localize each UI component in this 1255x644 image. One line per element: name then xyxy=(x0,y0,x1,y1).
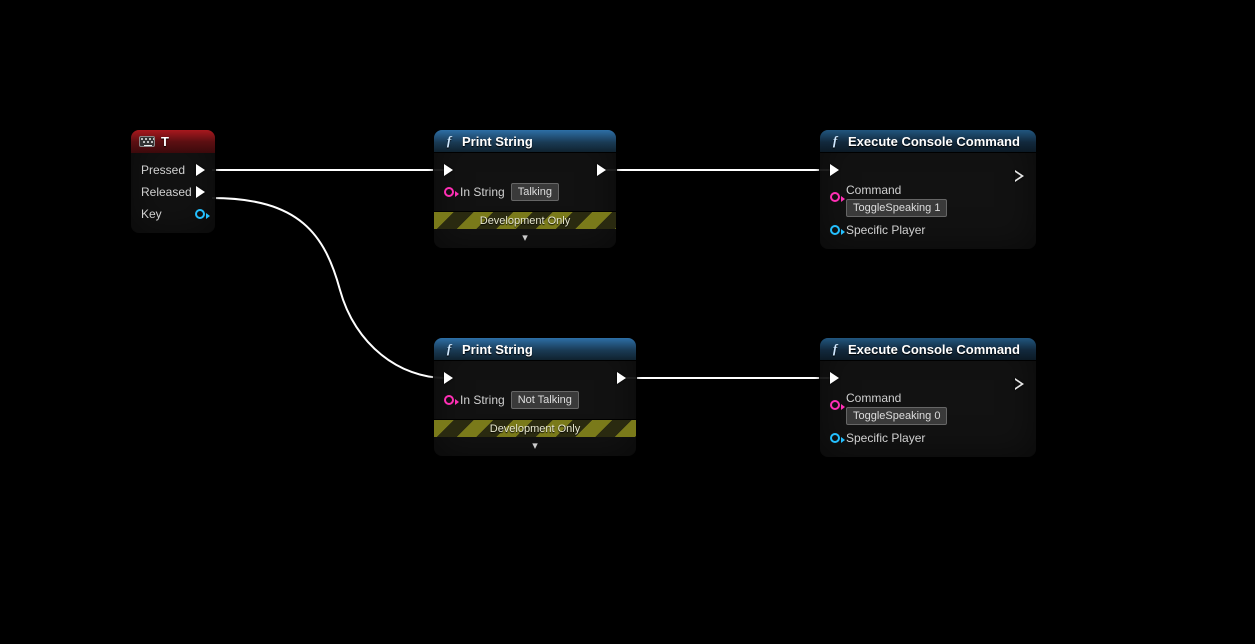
expand-node-button[interactable]: ▾ xyxy=(434,229,616,248)
pin-in-command[interactable] xyxy=(830,192,840,202)
node-title: Execute Console Command xyxy=(848,342,1020,357)
pin-in-command[interactable] xyxy=(830,400,840,410)
node-header[interactable]: f Execute Console Command xyxy=(820,130,1036,153)
node-exec-console-1[interactable]: f Execute Console Command Command Toggle… xyxy=(820,130,1036,249)
expand-node-button[interactable]: ▾ xyxy=(434,437,636,456)
blueprint-canvas[interactable]: T Pressed Released Key f Print String xyxy=(0,0,1255,644)
function-icon: f xyxy=(442,341,456,357)
node-header[interactable]: T xyxy=(131,130,215,153)
exec-out[interactable] xyxy=(1015,164,1026,176)
exec-in[interactable] xyxy=(830,372,839,384)
pin-in-player[interactable] xyxy=(830,225,840,235)
exec-out-released[interactable] xyxy=(196,186,205,198)
exec-out[interactable] xyxy=(597,164,606,176)
pin-label-in-string: In String xyxy=(460,393,505,407)
command-value[interactable]: ToggleSpeaking 0 xyxy=(846,407,947,425)
node-title: T xyxy=(161,134,169,149)
pin-label-player: Specific Player xyxy=(846,223,925,237)
keyboard-icon xyxy=(139,136,155,147)
function-icon: f xyxy=(442,133,456,149)
in-string-value[interactable]: Not Talking xyxy=(511,391,579,409)
node-print-string-2[interactable]: f Print String In String Not Talking Dev… xyxy=(434,338,636,456)
pin-label-command: Command xyxy=(846,391,947,405)
node-title: Execute Console Command xyxy=(848,134,1020,149)
pin-in-string[interactable] xyxy=(444,395,454,405)
pin-in-string[interactable] xyxy=(444,187,454,197)
pin-label-pressed: Pressed xyxy=(141,163,185,177)
development-only-strip: Development Only xyxy=(434,211,616,229)
pin-label-player: Specific Player xyxy=(846,431,925,445)
in-string-value[interactable]: Talking xyxy=(511,183,559,201)
node-title: Print String xyxy=(462,134,533,149)
wires-layer xyxy=(0,0,1255,644)
node-header[interactable]: f Print String xyxy=(434,338,636,361)
function-icon: f xyxy=(828,341,842,357)
function-icon: f xyxy=(828,133,842,149)
exec-out-pressed[interactable] xyxy=(196,164,205,176)
development-only-strip: Development Only xyxy=(434,419,636,437)
pin-label-command: Command xyxy=(846,183,947,197)
exec-in[interactable] xyxy=(444,372,453,384)
node-header[interactable]: f Execute Console Command xyxy=(820,338,1036,361)
pin-label-key: Key xyxy=(141,207,162,221)
exec-out[interactable] xyxy=(617,372,626,384)
pin-label-released: Released xyxy=(141,185,192,199)
node-header[interactable]: f Print String xyxy=(434,130,616,153)
exec-in[interactable] xyxy=(830,164,839,176)
exec-out[interactable] xyxy=(1015,372,1026,384)
pin-label-in-string: In String xyxy=(460,185,505,199)
dev-label: Development Only xyxy=(490,423,581,435)
pin-in-player[interactable] xyxy=(830,433,840,443)
node-title: Print String xyxy=(462,342,533,357)
node-print-string-1[interactable]: f Print String In String Talking Develop… xyxy=(434,130,616,248)
dev-label: Development Only xyxy=(480,215,571,227)
exec-in[interactable] xyxy=(444,164,453,176)
node-input-key-t[interactable]: T Pressed Released Key xyxy=(131,130,215,233)
pin-out-key[interactable] xyxy=(195,209,205,219)
node-exec-console-2[interactable]: f Execute Console Command Command Toggle… xyxy=(820,338,1036,457)
command-value[interactable]: ToggleSpeaking 1 xyxy=(846,199,947,217)
